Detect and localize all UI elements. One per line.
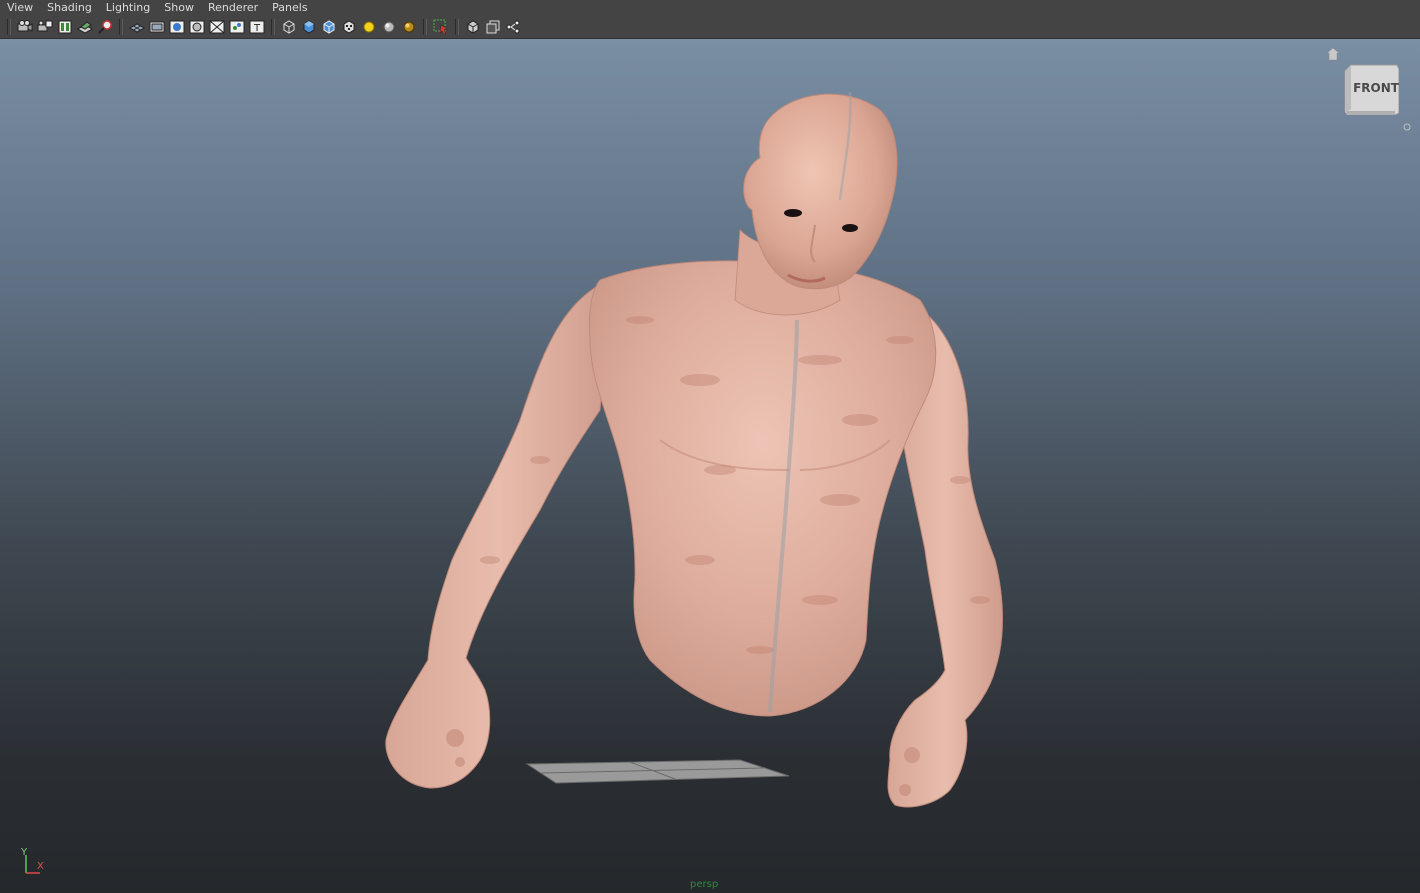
camera-attributes-icon[interactable]: [36, 18, 54, 36]
use-all-lights-icon[interactable]: [360, 18, 378, 36]
xray-joints-icon[interactable]: [504, 18, 522, 36]
toolbar-separator: [271, 18, 275, 35]
scene-canvas[interactable]: [0, 39, 1420, 893]
menu-renderer[interactable]: Renderer: [201, 0, 265, 15]
toolbar-separator: [119, 18, 123, 35]
menu-shading[interactable]: Shading: [40, 0, 99, 15]
svg-text:T: T: [253, 23, 261, 34]
wireframe-on-shaded-icon[interactable]: [320, 18, 338, 36]
ambient-occlusion-icon[interactable]: [400, 18, 418, 36]
camera-name-label: persp: [690, 879, 719, 890]
panel-menubar: View Shading Lighting Show Renderer Pane…: [0, 0, 1420, 15]
ground-grid: [525, 759, 790, 784]
resolution-gate-icon[interactable]: [168, 18, 186, 36]
menu-show[interactable]: Show: [157, 0, 201, 15]
xray-active-icon[interactable]: [484, 18, 502, 36]
field-chart-icon[interactable]: [208, 18, 226, 36]
viewcube-home-icon[interactable]: [1326, 47, 1340, 61]
2d-pan-zoom-icon[interactable]: [96, 18, 114, 36]
eye-right: [842, 224, 858, 232]
image-plane-icon[interactable]: [76, 18, 94, 36]
wireframe-icon[interactable]: [280, 18, 298, 36]
perspective-viewport[interactable]: FRONT Y X persp: [0, 39, 1420, 893]
character-mesh[interactable]: [385, 91, 1003, 808]
safe-title-icon[interactable]: T: [248, 18, 266, 36]
toolbar-separator: [7, 18, 11, 35]
select-camera-icon[interactable]: [16, 18, 34, 36]
axis-x-label: X: [37, 861, 44, 872]
safe-action-icon[interactable]: [228, 18, 246, 36]
viewcube-compass-icon[interactable]: [1403, 123, 1411, 131]
gate-mask-icon[interactable]: [188, 18, 206, 36]
axis-y-label: Y: [21, 847, 28, 858]
viewcube-face-label[interactable]: FRONT: [1351, 81, 1401, 95]
isolate-select-icon[interactable]: [432, 18, 450, 36]
menu-panels[interactable]: Panels: [265, 0, 314, 15]
menu-lighting[interactable]: Lighting: [99, 0, 157, 15]
bookmarks-icon[interactable]: [56, 18, 74, 36]
xray-icon[interactable]: [464, 18, 482, 36]
panel-toolbar: T: [0, 15, 1420, 39]
toolbar-separator: [423, 18, 427, 35]
shadows-icon[interactable]: [380, 18, 398, 36]
film-gate-icon[interactable]: [148, 18, 166, 36]
textured-icon[interactable]: [340, 18, 358, 36]
toolbar-separator: [455, 18, 459, 35]
grid-icon[interactable]: [128, 18, 146, 36]
eye-left: [784, 209, 802, 217]
menu-view[interactable]: View: [0, 0, 40, 15]
smooth-shade-icon[interactable]: [300, 18, 318, 36]
